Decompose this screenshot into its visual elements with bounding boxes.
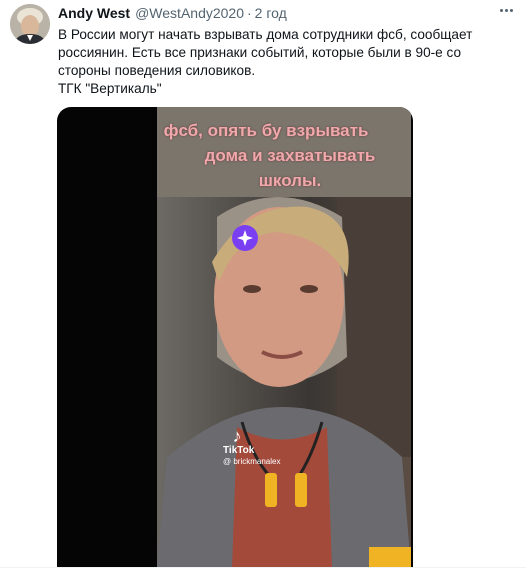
video-caption-line: школы.	[258, 171, 322, 190]
tiktok-watermark-brand: TikTok	[223, 445, 255, 456]
more-options-button[interactable]	[496, 2, 516, 18]
tweet-text-line: стороны поведения силовиков.	[58, 63, 256, 78]
tweet[interactable]: Andy West @WestAndy2020 · 2 год В России…	[0, 0, 526, 568]
timestamp[interactable]: 2 год	[255, 5, 287, 21]
video-media[interactable]: фсб, опять бу взрывать дома и захватыват…	[57, 107, 413, 568]
user-handle[interactable]: @WestAndy2020	[135, 5, 244, 21]
avatar-image	[10, 4, 50, 44]
display-name[interactable]: Andy West	[58, 5, 130, 21]
more-horizontal-icon	[504, 8, 508, 12]
video-caption-line: дома и захватывать	[204, 146, 376, 165]
sparkle-icon[interactable]	[232, 225, 258, 251]
more-horizontal-icon	[499, 8, 503, 12]
tweet-text-line: В России могут начать взрывать дома сотр…	[58, 27, 473, 42]
video-caption-line: фсб, опять бу взрывать	[163, 121, 369, 140]
tweet-text: В России могут начать взрывать дома сотр…	[58, 26, 498, 98]
tiktok-logo-icon: ♪	[232, 426, 242, 446]
separator-dot: ·	[247, 5, 252, 21]
avatar[interactable]	[10, 4, 50, 44]
more-horizontal-icon	[509, 8, 513, 12]
tweet-text-line: россиянин. Есть все признаки событий, ко…	[58, 45, 462, 60]
tweet-header: Andy West @WestAndy2020 · 2 год	[58, 4, 516, 22]
video-frame: фсб, опять бу взрывать дома и захватыват…	[157, 107, 411, 568]
tiktok-watermark-user: @ brickmanalex	[223, 457, 281, 466]
tweet-text-line: ТГК "Вертикаль"	[58, 81, 162, 96]
